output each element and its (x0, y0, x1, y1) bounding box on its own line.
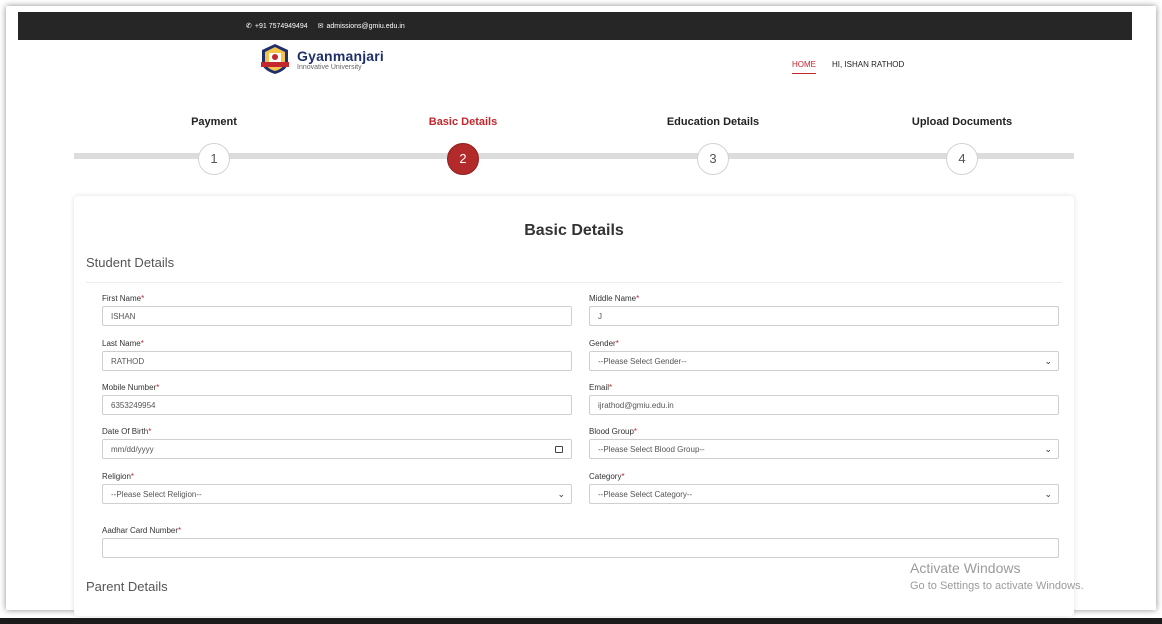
watermark-subtitle: Go to Settings to activate Windows. (910, 580, 1084, 592)
windows-activation-watermark: Activate Windows Go to Settings to activ… (910, 560, 1084, 592)
student-details-heading: Student Details (86, 255, 175, 270)
date-of-birth-input[interactable]: mm/dd/yyyy (102, 439, 572, 459)
required-mark: * (130, 472, 135, 481)
university-seal-icon (258, 42, 292, 76)
first-name-input[interactable]: ISHAN (102, 306, 572, 326)
required-mark: * (609, 383, 613, 392)
religion-select-value: --Please Select Religion-- (111, 489, 202, 499)
step-label: Upload Documents (911, 116, 1013, 128)
religion-select[interactable]: --Please Select Religion-- ⌄ (102, 484, 572, 504)
chevron-down-icon: ⌄ (1044, 356, 1052, 366)
gender-field: Gender* --Please Select Gender-- ⌄ (589, 339, 1059, 371)
category-label: Category (589, 472, 622, 481)
step-label: Basic Details (428, 116, 498, 128)
required-mark: * (633, 427, 638, 436)
religion-field: Religion* --Please Select Religion-- ⌄ (102, 472, 572, 504)
first-name-field: First Name* ISHAN (102, 294, 572, 326)
date-of-birth-field: Date Of Birth* mm/dd/yyyy (102, 427, 572, 459)
required-mark: * (141, 294, 145, 303)
phone-contact[interactable]: ✆ +91 7574949494 (246, 22, 308, 31)
blood-group-field: Blood Group* --Please Select Blood Group… (589, 427, 1059, 459)
required-mark: * (178, 526, 182, 535)
aadhar-number-field: Aadhar Card Number* (102, 526, 1059, 558)
gender-select[interactable]: --Please Select Gender-- ⌄ (589, 351, 1059, 371)
last-name-input[interactable]: RATHOD (102, 351, 572, 371)
chevron-down-icon: ⌄ (557, 489, 565, 499)
step-payment[interactable]: Payment 1 (134, 115, 294, 175)
aadhar-number-label: Aadhar Card Number (102, 526, 179, 535)
required-mark: * (140, 339, 144, 348)
watermark-title: Activate Windows (910, 560, 1021, 576)
university-logo[interactable]: Gyanmanjari Innovative University (258, 42, 384, 76)
category-select-value: --Please Select Category-- (598, 489, 693, 499)
step-basic-details[interactable]: Basic Details 2 (383, 115, 543, 175)
email-input[interactable]: ijrathod@gmiu.edu.in (589, 395, 1059, 415)
category-select[interactable]: --Please Select Category-- ⌄ (589, 484, 1059, 504)
required-mark: * (156, 383, 160, 392)
envelope-icon: ✉ (317, 23, 324, 30)
section-divider (86, 282, 1062, 283)
email-label: Email (589, 383, 610, 392)
blood-group-select-value: --Please Select Blood Group-- (598, 444, 705, 454)
phone-icon: ✆ (246, 23, 252, 30)
phone-number: +91 7574949494 (254, 22, 308, 30)
chevron-down-icon: ⌄ (1044, 489, 1052, 499)
blood-group-select[interactable]: --Please Select Blood Group-- ⌄ (589, 439, 1059, 459)
step-label: Payment (191, 116, 237, 128)
step-number: 4 (946, 143, 978, 175)
mobile-number-input[interactable]: 6353249954 (102, 395, 572, 415)
religion-label: Religion (102, 472, 131, 481)
calendar-icon[interactable] (555, 446, 563, 453)
blood-group-label: Blood Group (589, 427, 634, 436)
step-education-details[interactable]: Education Details 3 (633, 115, 793, 175)
step-number: 3 (697, 143, 729, 175)
required-mark: * (148, 427, 152, 436)
main-nav: HOME HI, ISHAN RATHOD (792, 60, 904, 74)
required-mark: * (621, 472, 625, 481)
mobile-number-field: Mobile Number* 6353249954 (102, 383, 572, 415)
gender-label: Gender (589, 339, 616, 348)
chevron-down-icon: ⌄ (1044, 444, 1052, 454)
application-stepper: Payment 1 Basic Details 2 Education Deta… (74, 115, 1074, 179)
step-label: Education Details (666, 116, 760, 128)
email-address: admissions@gmiu.edu.in (326, 22, 405, 30)
email-field: Email* ijrathod@gmiu.edu.in (589, 383, 1059, 415)
required-mark: * (636, 294, 640, 303)
middle-name-label: Middle Name (589, 294, 637, 303)
date-placeholder: mm/dd/yyyy (111, 444, 154, 454)
last-name-field: Last Name* RATHOD (102, 339, 572, 371)
last-name-label: Last Name (102, 339, 141, 348)
gender-select-value: --Please Select Gender-- (598, 356, 687, 366)
aadhar-number-input[interactable] (102, 538, 1059, 558)
basic-details-card: Basic Details Student Details First Name… (74, 196, 1074, 616)
required-mark: * (615, 339, 619, 348)
step-upload-documents[interactable]: Upload Documents 4 (882, 115, 1042, 175)
date-of-birth-label: Date Of Birth (102, 427, 149, 436)
step-number: 2 (447, 143, 479, 175)
nav-home-link[interactable]: HOME (792, 60, 816, 74)
first-name-label: First Name (102, 294, 142, 303)
card-title: Basic Details (524, 222, 624, 239)
logo-subtitle: Innovative University (297, 63, 362, 71)
step-number: 1 (198, 143, 230, 175)
middle-name-input[interactable]: J (589, 306, 1059, 326)
nav-user-greeting[interactable]: HI, ISHAN RATHOD (832, 60, 904, 74)
parent-details-heading: Parent Details (86, 579, 168, 594)
category-field: Category* --Please Select Category-- ⌄ (589, 472, 1059, 504)
email-contact[interactable]: ✉ admissions@gmiu.edu.in (317, 22, 405, 31)
contact-bar: ✆ +91 7574949494 ✉ admissions@gmiu.edu.i… (18, 12, 1132, 40)
logo-name: Gyanmanjari (297, 47, 385, 64)
taskbar-edge (0, 618, 1162, 624)
mobile-number-label: Mobile Number (102, 383, 157, 392)
middle-name-field: Middle Name* J (589, 294, 1059, 326)
